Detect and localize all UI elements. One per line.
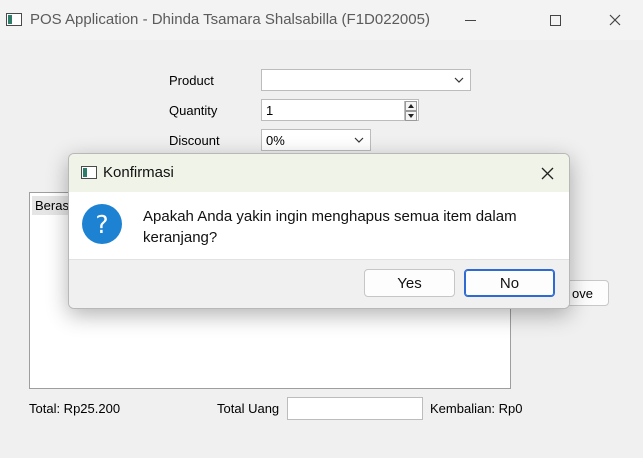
- quantity-stepper[interactable]: 1: [261, 99, 419, 121]
- quantity-value: 1: [266, 103, 274, 118]
- dialog-message: Apakah Anda yakin ingin menghapus semua …: [143, 208, 517, 246]
- arrow-down-icon: [408, 114, 414, 118]
- discount-label: Discount: [169, 133, 220, 148]
- product-dropdown[interactable]: [261, 69, 471, 91]
- title-bar: POS Application - Dhinda Tsamara Shalsab…: [0, 0, 643, 40]
- decrement-button[interactable]: [405, 111, 417, 121]
- dialog-title: Konfirmasi: [103, 164, 174, 181]
- product-label: Product: [169, 73, 214, 88]
- app-icon: [81, 166, 97, 179]
- window-title: POS Application - Dhinda Tsamara Shalsab…: [30, 11, 430, 28]
- maximize-button[interactable]: [532, 0, 578, 40]
- maximize-icon: [549, 14, 561, 26]
- discount-value: 0%: [266, 133, 285, 148]
- dialog-body: ? Apakah Anda yakin ingin menghapus semu…: [69, 192, 569, 259]
- kembalian-label: Kembalian: Rp0: [430, 401, 523, 416]
- chevron-down-icon: [454, 77, 464, 83]
- close-button[interactable]: [592, 0, 638, 40]
- list-item[interactable]: Beras: [32, 196, 72, 215]
- stepper-buttons: [404, 101, 417, 121]
- dialog-footer: Yes No: [69, 259, 569, 308]
- close-icon: [609, 14, 621, 26]
- dialog-title-bar: Konfirmasi: [69, 154, 569, 192]
- arrow-up-icon: [408, 104, 414, 108]
- minimize-icon: [464, 19, 476, 21]
- confirmation-dialog: Konfirmasi ? Apakah Anda yakin ingin men…: [68, 153, 570, 309]
- chevron-down-icon: [354, 137, 364, 143]
- close-icon: [541, 167, 553, 179]
- quantity-label: Quantity: [169, 103, 218, 118]
- yes-button[interactable]: Yes: [364, 269, 455, 297]
- discount-dropdown[interactable]: 0%: [261, 129, 371, 151]
- total-uang-label: Total Uang: [217, 401, 280, 416]
- no-button[interactable]: No: [464, 269, 555, 297]
- total-uang-input[interactable]: [287, 397, 423, 420]
- question-icon: ?: [82, 204, 122, 244]
- minimize-button[interactable]: [447, 0, 493, 40]
- app-icon: [6, 13, 22, 26]
- total-label: Total: Rp25.200: [29, 401, 121, 416]
- increment-button[interactable]: [405, 101, 417, 111]
- dialog-close-button[interactable]: [535, 161, 559, 185]
